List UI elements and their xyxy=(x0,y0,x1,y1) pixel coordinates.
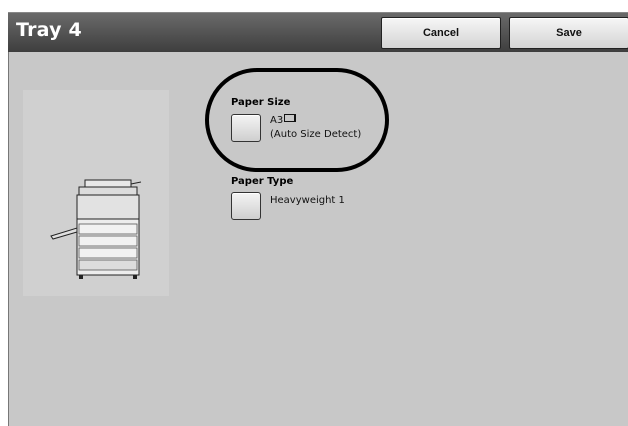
page-title: Tray 4 xyxy=(16,19,82,41)
paper-size-value: A3 xyxy=(270,115,284,126)
paper-size-value-group: A3 (Auto Size Detect) xyxy=(270,114,361,142)
printer-icon xyxy=(50,179,142,279)
save-button[interactable]: Save xyxy=(509,17,628,49)
title-bar: Tray 4 Cancel Save xyxy=(8,12,628,52)
paper-type-value: Heavyweight 1 xyxy=(270,195,345,206)
paper-type-button[interactable] xyxy=(231,192,261,220)
paper-size-button[interactable] xyxy=(231,114,261,142)
paper-size-detail: (Auto Size Detect) xyxy=(270,129,362,140)
cancel-button[interactable]: Cancel xyxy=(381,17,501,49)
paper-size-label: Paper Size xyxy=(231,97,291,108)
short-edge-feed-icon xyxy=(284,114,297,122)
paper-type-label: Paper Type xyxy=(231,176,294,187)
settings-panel: Paper Size A3 (Auto Size Detect) Paper T… xyxy=(8,52,628,426)
tray-settings-screen: Tray 4 Cancel Save Paper Size A3 (Auto S… xyxy=(0,0,628,426)
